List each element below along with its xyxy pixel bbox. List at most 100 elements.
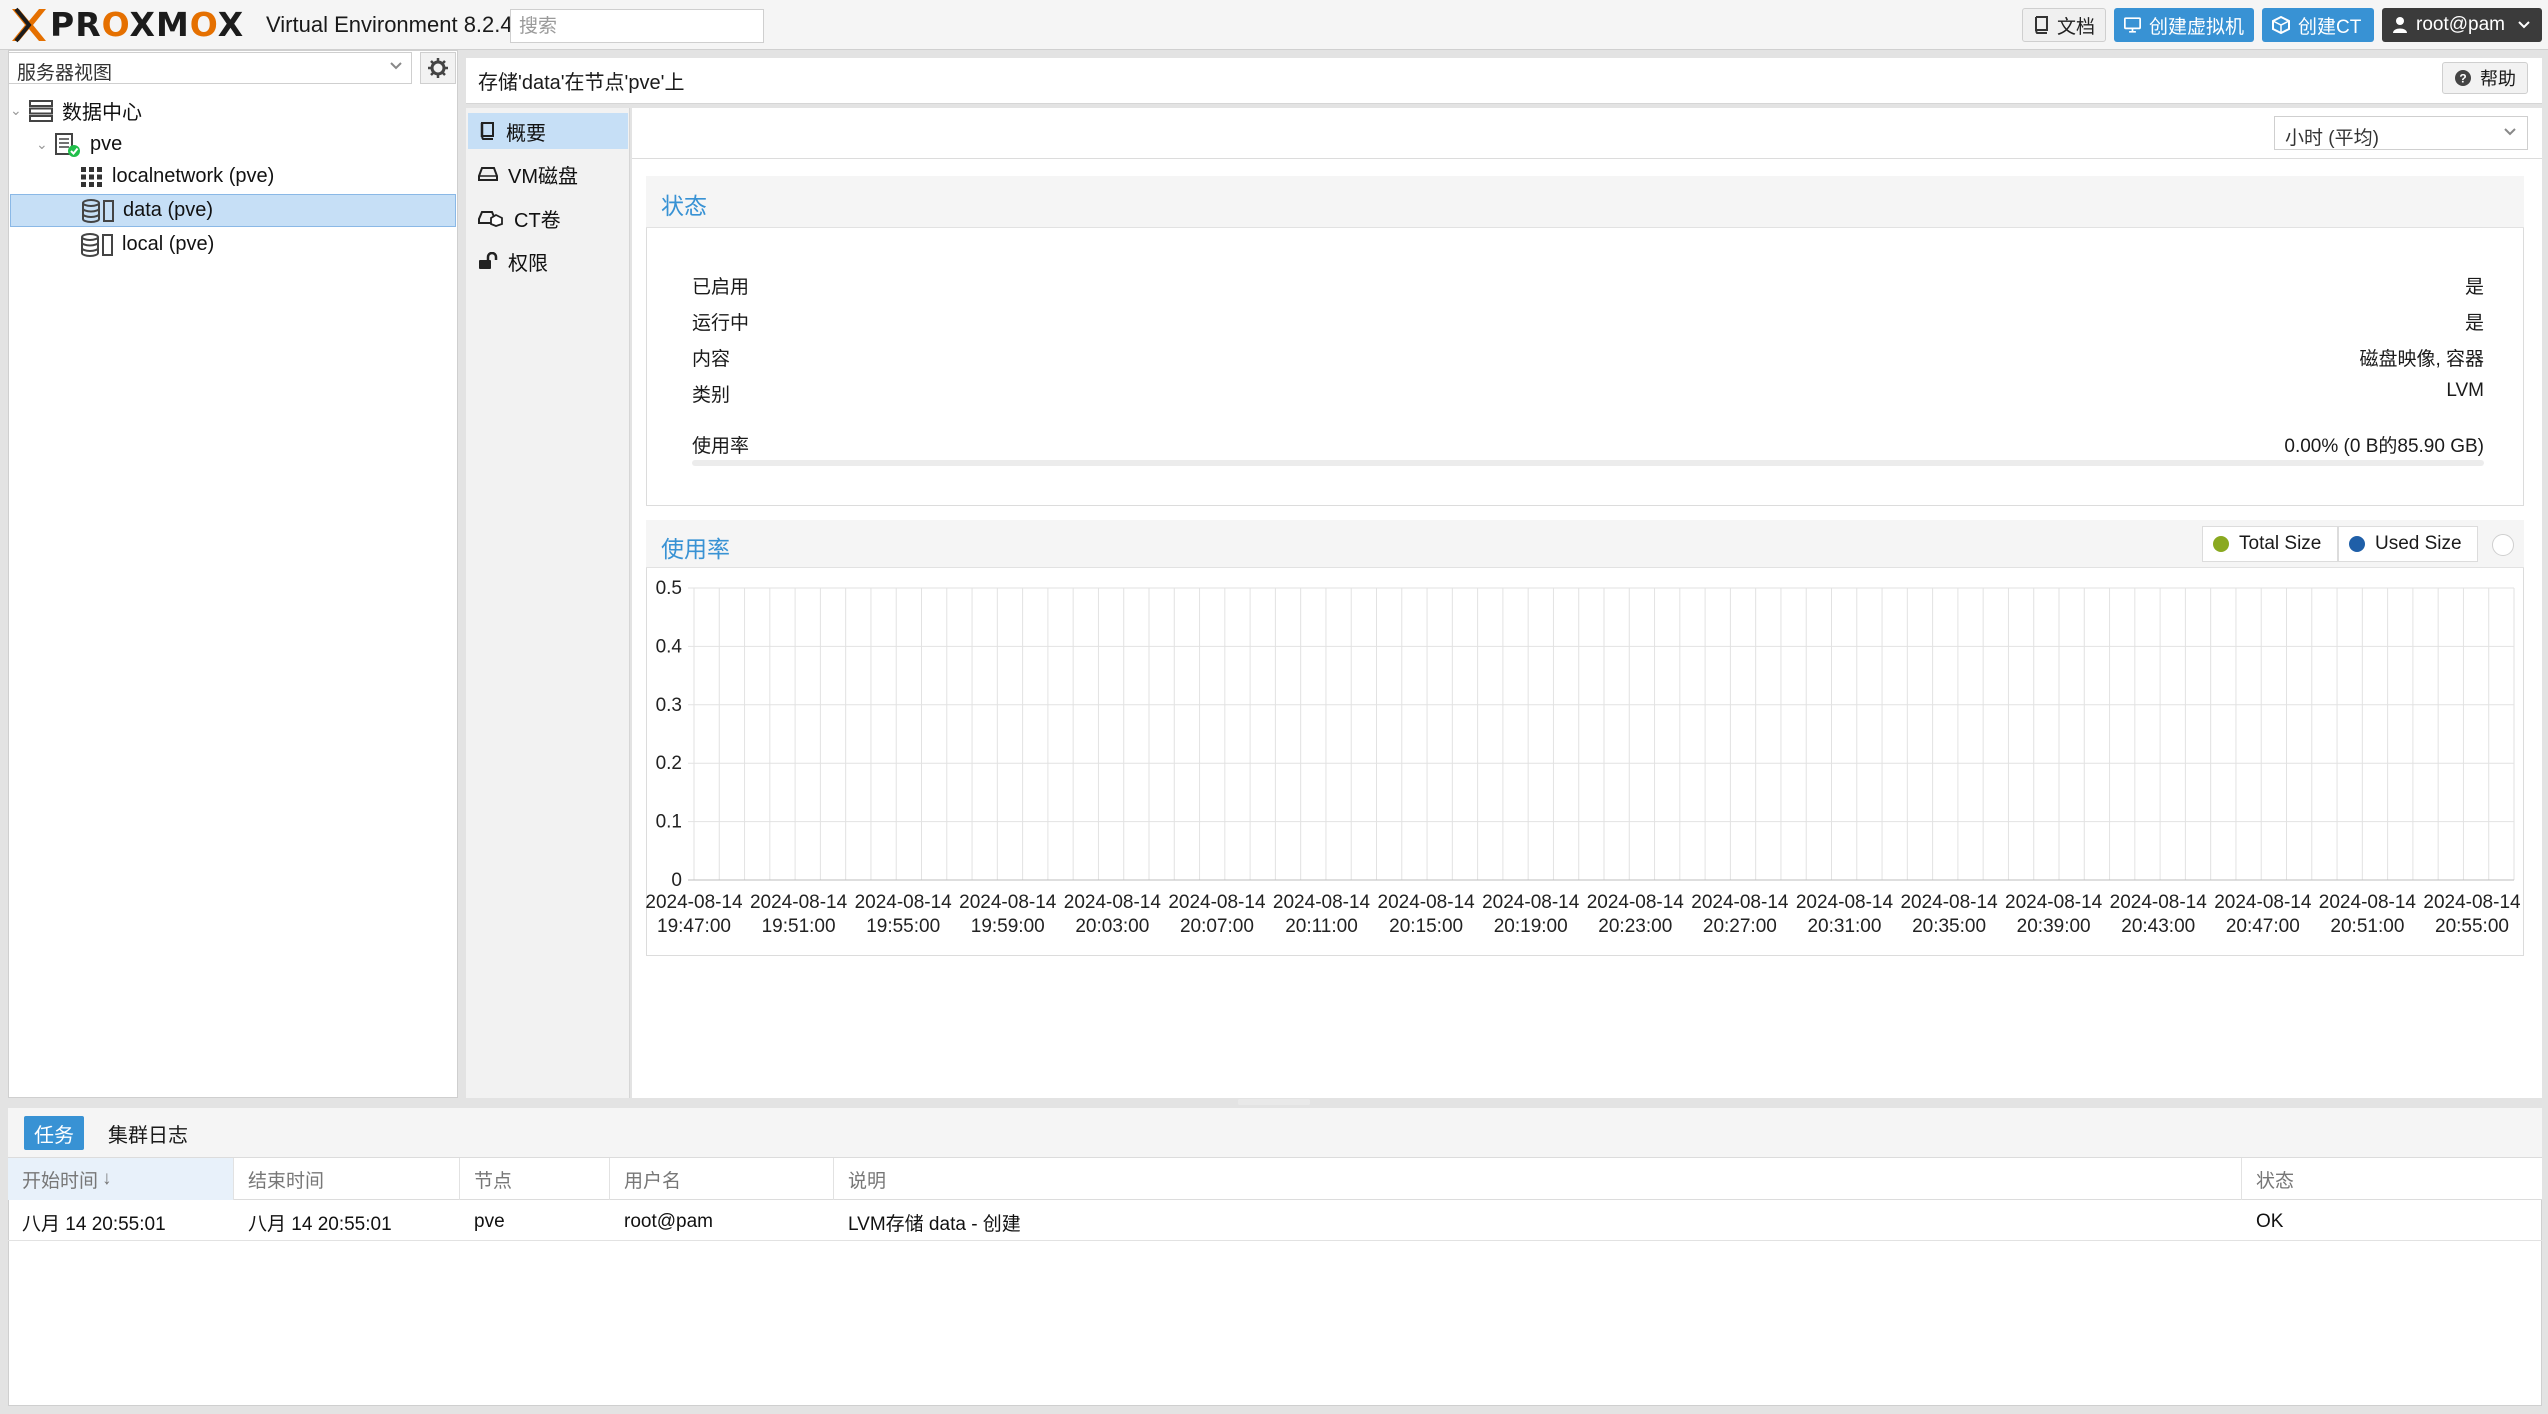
product-version: Virtual Environment 8.2.4 (266, 12, 513, 37)
task-node[interactable]: pve (460, 1204, 610, 1240)
tab-cluster-log[interactable]: 集群日志 (98, 1116, 198, 1150)
chart-x-ticks: 2024-08-14 19:47:002024-08-14 19:51:002024… (646, 892, 2521, 937)
column-label: 结束时间 (248, 1170, 325, 1192)
usage-chart-title: 使用率 (661, 536, 730, 562)
unlock-icon (479, 252, 498, 269)
panel-splitter-handle[interactable] (1238, 1099, 1310, 1105)
status-panel-header (646, 176, 2524, 228)
tree-item-datacenter[interactable]: ⌄ 数据中心 (10, 94, 456, 127)
column-end-time[interactable]: 结束时间 (234, 1158, 460, 1200)
tree-item-label: localnetwork (pve) (112, 165, 275, 187)
search-input[interactable] (510, 9, 764, 43)
column-start-time[interactable]: 开始时间 ↓ (8, 1158, 234, 1200)
nav-label: VM磁盘 (508, 165, 578, 188)
usage-chart: 00.10.20.30.40.5 2024-08-14 19:47:002024-… (646, 578, 2521, 937)
y-tick-label: 0.3 (656, 695, 682, 716)
view-settings-button[interactable] (420, 52, 456, 84)
x-tick-label: 2024-08-14 20:39:00 (2005, 892, 2103, 937)
view-selector-value: 服务器视图 (17, 63, 113, 84)
user-menu-button[interactable]: root@pam (2382, 8, 2542, 42)
x-tick-label: 2024-08-14 20:31:00 (1796, 892, 1894, 937)
status-value-content: 磁盘映像, 容器 (2359, 349, 2484, 370)
create-vm-button[interactable]: 创建虚拟机 (2114, 8, 2254, 42)
status-label-enabled: 已启用 (692, 277, 750, 298)
column-user[interactable]: 用户名 (610, 1158, 834, 1200)
nav-ct-volumes[interactable]: CT卷 (468, 200, 628, 236)
status-label-usage: 使用率 (692, 436, 750, 457)
monitor-icon (2124, 17, 2141, 33)
status-panel-title: 状态 (661, 193, 707, 219)
chart-vertical-grid (693, 588, 2515, 880)
tree-item-storage-local[interactable]: local (pve) (10, 228, 456, 261)
y-tick-label: 0 (671, 870, 682, 891)
user-label: root@pam (2416, 14, 2505, 35)
collapse-toggle-icon[interactable]: ⌄ (36, 136, 54, 153)
legend-total-size[interactable]: Total Size (2202, 526, 2338, 562)
tab-tasks[interactable]: 任务 (24, 1116, 84, 1150)
tree-item-node-pve[interactable]: ⌄ pve (10, 128, 456, 161)
help-button[interactable]: ? 帮助 (2442, 62, 2528, 94)
page-title: 存储'data'在节点'pve'上 (478, 72, 685, 94)
usage-progress-bar (692, 460, 2484, 466)
question-circle-icon: ? (2455, 70, 2471, 86)
chart-y-ticks: 0 0.1 0.2 0.3 0.4 0.5 (656, 578, 683, 891)
chevron-down-icon (2518, 21, 2530, 29)
tree-item-label: pve (90, 133, 123, 155)
gear-icon (428, 58, 448, 78)
logo-wordmark: PROXMOX (50, 5, 245, 44)
x-tick-label: 2024-08-14 20:23:00 (1587, 892, 1685, 937)
tree-item-label: 数据中心 (62, 102, 142, 124)
column-node[interactable]: 节点 (460, 1158, 610, 1200)
status-value-usage: 0.00% (0 B的85.90 GB) (2284, 436, 2484, 457)
node-online-icon (54, 132, 82, 158)
x-tick-label: 2024-08-14 20:27:00 (1691, 892, 1789, 937)
tree-item-label: data (pve) (123, 199, 214, 221)
timeframe-selector[interactable]: 小时 (平均) (2274, 116, 2528, 150)
y-tick-label: 0.4 (656, 636, 683, 657)
column-status[interactable]: 状态 (2242, 1158, 2542, 1200)
docs-button[interactable]: 文档 (2022, 8, 2106, 42)
proxmox-logo[interactable]: PROXMOX (10, 6, 244, 44)
x-tick-label: 2024-08-14 20:51:00 (2319, 892, 2417, 937)
tree-item-localnetwork[interactable]: localnetwork (pve) (10, 160, 456, 193)
column-label: 用户名 (624, 1170, 682, 1192)
task-log-tabbar (8, 1108, 2542, 1158)
tree-item-storage-data[interactable]: data (pve) (10, 194, 456, 227)
view-selector[interactable]: 服务器视图 (8, 52, 412, 84)
task-end-time[interactable]: 八月 14 20:55:01 (234, 1204, 460, 1240)
x-tick-label: 2024-08-14 20:03:00 (1064, 892, 1162, 937)
nav-label: 权限 (508, 252, 548, 275)
y-tick-label: 0.5 (656, 578, 682, 599)
docs-label: 文档 (2056, 16, 2095, 38)
x-tick-label: 2024-08-14 20:19:00 (1482, 892, 1580, 937)
status-label-content: 内容 (692, 349, 731, 370)
collapse-toggle-icon[interactable]: ⌄ (10, 102, 28, 119)
nav-permissions[interactable]: 权限 (468, 243, 628, 279)
column-label: 节点 (474, 1170, 513, 1192)
y-tick-label: 0.1 (656, 812, 682, 833)
x-tick-label: 2024-08-14 19:59:00 (959, 892, 1057, 937)
task-user[interactable]: root@pam (610, 1204, 834, 1240)
x-tick-label: 2024-08-14 19:47:00 (646, 892, 743, 937)
legend-used-size[interactable]: Used Size (2338, 526, 2478, 562)
column-label: 说明 (848, 1170, 887, 1192)
column-description[interactable]: 说明 (834, 1158, 2242, 1200)
x-tick-label: 2024-08-14 20:15:00 (1378, 892, 1476, 937)
chevron-down-icon (2504, 128, 2516, 136)
status-label-active: 运行中 (692, 313, 750, 334)
x-tick-label: 2024-08-14 19:51:00 (750, 892, 848, 937)
task-status[interactable]: OK (2242, 1204, 2542, 1240)
create-ct-button[interactable]: 创建CT (2262, 8, 2374, 42)
x-tick-label: 2024-08-14 20:07:00 (1168, 892, 1266, 937)
x-tick-label: 2024-08-14 19:55:00 (855, 892, 953, 937)
task-description[interactable]: LVM存储 data - 创建 (834, 1204, 2242, 1240)
task-start-time[interactable]: 八月 14 20:55:01 (8, 1204, 234, 1240)
chart-horizontal-grid (688, 587, 2514, 881)
create-ct-label: 创建CT (2298, 16, 2362, 38)
undo-zoom-button[interactable] (2492, 534, 2514, 556)
nav-vm-disks[interactable]: VM磁盘 (468, 156, 628, 192)
status-label-type: 类别 (692, 385, 731, 406)
legend-label: Total Size (2239, 533, 2322, 554)
nav-summary[interactable]: 概要 (468, 113, 628, 149)
sort-desc-icon: ↓ (102, 1168, 112, 1189)
